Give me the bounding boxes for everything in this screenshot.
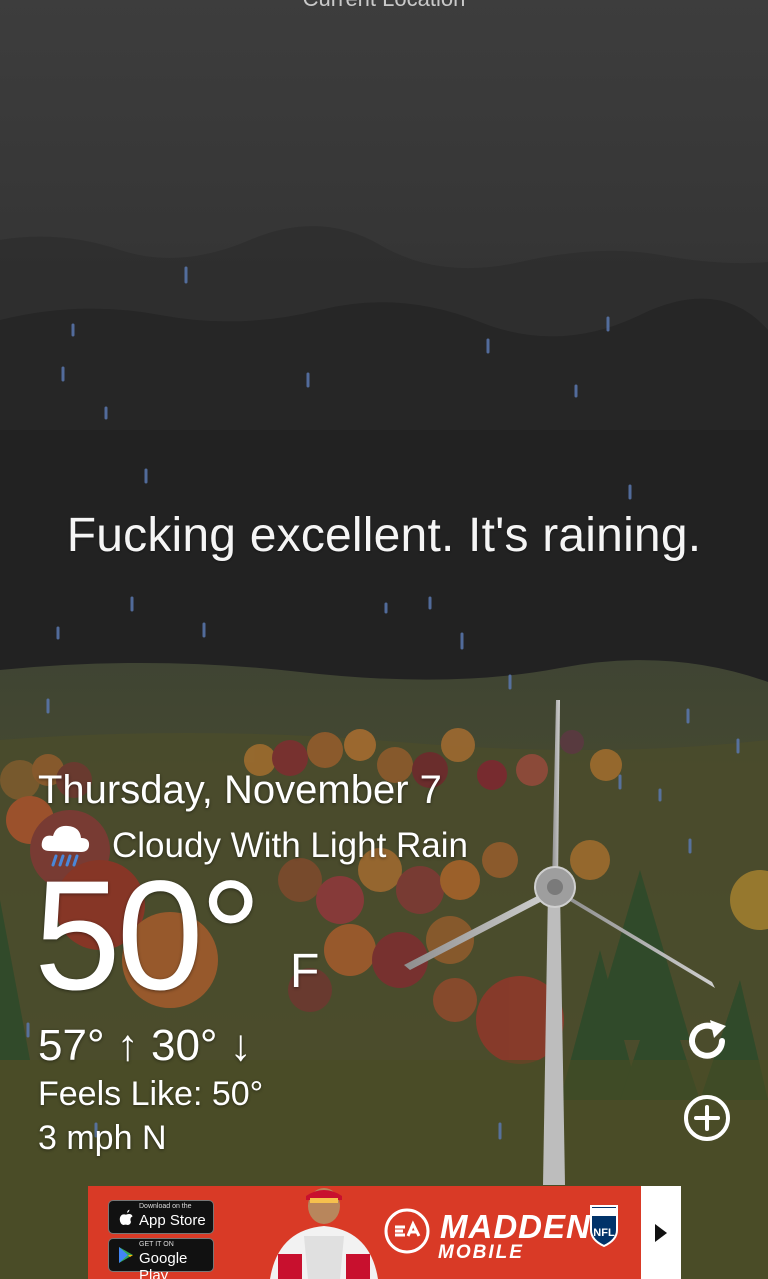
app-store-small-text: Download on the (139, 1203, 192, 1210)
ad-banner[interactable]: Download on the App Store GET IT ON Goog… (88, 1186, 681, 1279)
ad-subtitle: MOBILE (438, 1242, 524, 1263)
date-label: Thursday, November 7 (38, 768, 442, 812)
weather-screen: Current Location Fucking excellent. It's… (0, 0, 768, 1279)
refresh-icon[interactable] (682, 1016, 732, 1066)
weather-summary: Thursday, November 7 Cloudy With Light R… (34, 766, 538, 1160)
apple-icon (119, 1209, 133, 1226)
temperature-row: 50° F (34, 856, 538, 1016)
play-arrow-icon (655, 1224, 667, 1242)
high-low-temperature: 57° ↑ 30° ↓ (38, 1021, 252, 1070)
ea-sports-logo (384, 1208, 430, 1254)
google-play-label: Google Play (139, 1250, 188, 1279)
app-store-label: App Store (139, 1212, 206, 1229)
app-store-badge[interactable]: Download on the App Store (108, 1200, 214, 1234)
wind-label: 3 mph N (38, 1119, 167, 1157)
ad-next-button[interactable] (641, 1186, 681, 1279)
location-title[interactable]: Current Location (0, 0, 768, 12)
google-play-icon (119, 1247, 133, 1263)
current-temperature: 50° (34, 849, 262, 1023)
google-play-badge[interactable]: GET IT ON Google Play (108, 1238, 214, 1279)
temperature-unit[interactable]: F (290, 944, 319, 999)
nfl-shield-text: NFL (593, 1227, 615, 1239)
feels-like-label: Feels Like: 50° (38, 1075, 264, 1113)
ad-title: MADDEN (440, 1208, 591, 1245)
nfl-shield-logo: NFL (590, 1205, 618, 1248)
add-location-icon[interactable] (682, 1093, 732, 1143)
weather-message: Fucking excellent. It's raining. (66, 509, 702, 562)
google-play-small-text: GET IT ON (139, 1241, 174, 1248)
